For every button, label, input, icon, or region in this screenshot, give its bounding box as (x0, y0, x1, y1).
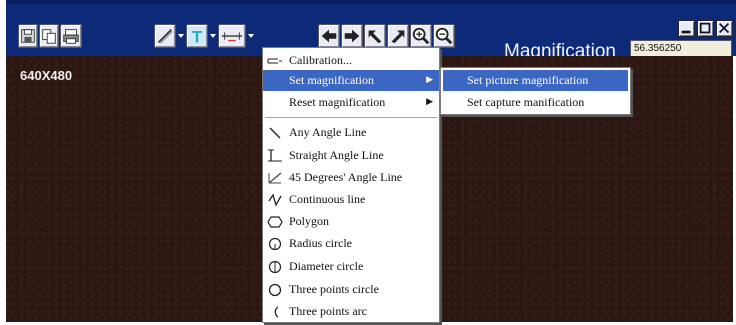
menu-item-label: Diameter circle (289, 259, 364, 273)
menu-item-three-points-circle[interactable]: Three points circle (263, 279, 439, 300)
ruler-button[interactable] (218, 24, 246, 48)
ruler-dropdown[interactable] (247, 24, 255, 48)
minimize-icon (681, 30, 691, 34)
straight-angle-line-icon (267, 149, 283, 163)
close-button[interactable] (716, 20, 733, 37)
menu-item-label: Three points circle (289, 282, 379, 296)
copy-icon (42, 29, 56, 44)
undo-icon (368, 30, 382, 44)
zoom-out-button[interactable] (433, 24, 455, 48)
chevron-down-icon (248, 34, 254, 38)
redo-button[interactable] (387, 24, 409, 48)
resolution-label: 640X480 (20, 68, 73, 83)
magnification-field[interactable] (630, 40, 732, 57)
menu-item-radius-circle[interactable]: Radius circle (263, 233, 439, 254)
menu-item-45-degree-line[interactable]: 45 Degrees' Angle Line (263, 167, 439, 188)
menu-item-reset-magnification[interactable]: Reset magnification ▶ (263, 92, 439, 113)
save-button[interactable] (18, 24, 38, 48)
close-icon (719, 23, 730, 34)
arrow-left-button[interactable] (318, 24, 340, 48)
arrow-right-icon (344, 29, 360, 43)
submenu-arrow-icon: ▶ (426, 97, 433, 107)
calibration-icon (267, 54, 283, 68)
arrow-right-button[interactable] (341, 24, 363, 48)
maximize-button[interactable] (697, 20, 714, 37)
text-tool-button[interactable]: T (186, 24, 208, 48)
submenu-item-label: Set picture magnification (467, 73, 589, 87)
submenu-arrow-icon: ▶ (426, 75, 433, 85)
menu-item-label: Continuous line (289, 192, 366, 206)
chevron-down-icon (210, 34, 216, 38)
diameter-circle-icon (267, 260, 283, 274)
menu-item-label: Three points arc (289, 304, 367, 318)
three-points-arc-icon (267, 305, 283, 319)
redo-icon (391, 30, 405, 44)
menu-item-calibration[interactable]: Calibration... (263, 50, 439, 71)
any-angle-line-icon (267, 126, 283, 140)
menu-item-straight-angle-line[interactable]: Straight Angle Line (263, 145, 439, 166)
menu-item-label: Polygon (289, 214, 330, 228)
arrow-left-icon (321, 29, 337, 43)
zoom-in-icon (412, 27, 430, 45)
zoom-out-icon (435, 27, 453, 45)
menu-item-label: Reset magnification (289, 95, 386, 109)
ruler-icon (221, 32, 243, 42)
menu-item-label: 45 Degrees' Angle Line (289, 170, 403, 184)
menu-item-label: Radius circle (289, 236, 352, 250)
menu-item-any-angle-line[interactable]: Any Angle Line (263, 122, 439, 143)
radius-circle-icon (267, 237, 283, 251)
zoom-in-button[interactable] (410, 24, 432, 48)
menu-item-diameter-circle[interactable]: Diameter circle (263, 256, 439, 277)
save-icon (21, 29, 35, 43)
menu-item-three-points-arc[interactable]: Three points arc (263, 301, 439, 322)
measurement-app-window: T Magnification 56.356250 640X480 Calibr… (0, 0, 736, 325)
menu-item-polygon[interactable]: Polygon (263, 211, 439, 232)
submenu-item-label: Set capture manification (467, 95, 585, 109)
continuous-line-icon (267, 193, 283, 207)
menu-item-label: Straight Angle Line (289, 148, 384, 162)
text-tool-glyph: T (192, 28, 202, 46)
menu-item-set-magnification[interactable]: Set magnification ▶ (263, 70, 439, 91)
context-menu: Calibration... Set magnification ▶ Reset… (262, 47, 440, 323)
print-icon (63, 29, 79, 44)
menu-item-label: Calibration... (289, 53, 352, 67)
submenu-item-set-picture-magnification[interactable]: Set picture magnification (443, 70, 628, 91)
polygon-icon (267, 215, 283, 229)
45-degree-line-icon (267, 171, 283, 185)
draw-line-button[interactable] (154, 24, 176, 48)
chevron-down-icon (178, 34, 184, 38)
menu-separator (265, 117, 437, 119)
draw-line-icon (157, 28, 173, 44)
set-magnification-submenu: Set picture magnification Set capture ma… (440, 67, 631, 115)
submenu-item-set-capture-manification[interactable]: Set capture manification (443, 92, 628, 113)
undo-button[interactable] (364, 24, 386, 48)
menu-item-label: Any Angle Line (289, 125, 367, 139)
text-tool-icon: T (187, 26, 207, 46)
draw-line-dropdown[interactable] (177, 24, 185, 48)
copy-button[interactable] (39, 24, 59, 48)
maximize-icon (699, 22, 711, 34)
text-tool-dropdown[interactable] (209, 24, 217, 48)
menu-item-continuous-line[interactable]: Continuous line (263, 189, 439, 210)
menu-item-label: Set magnification (289, 73, 374, 87)
three-points-circle-icon (267, 283, 283, 297)
print-button[interactable] (60, 24, 82, 48)
minimize-button[interactable] (678, 20, 695, 37)
